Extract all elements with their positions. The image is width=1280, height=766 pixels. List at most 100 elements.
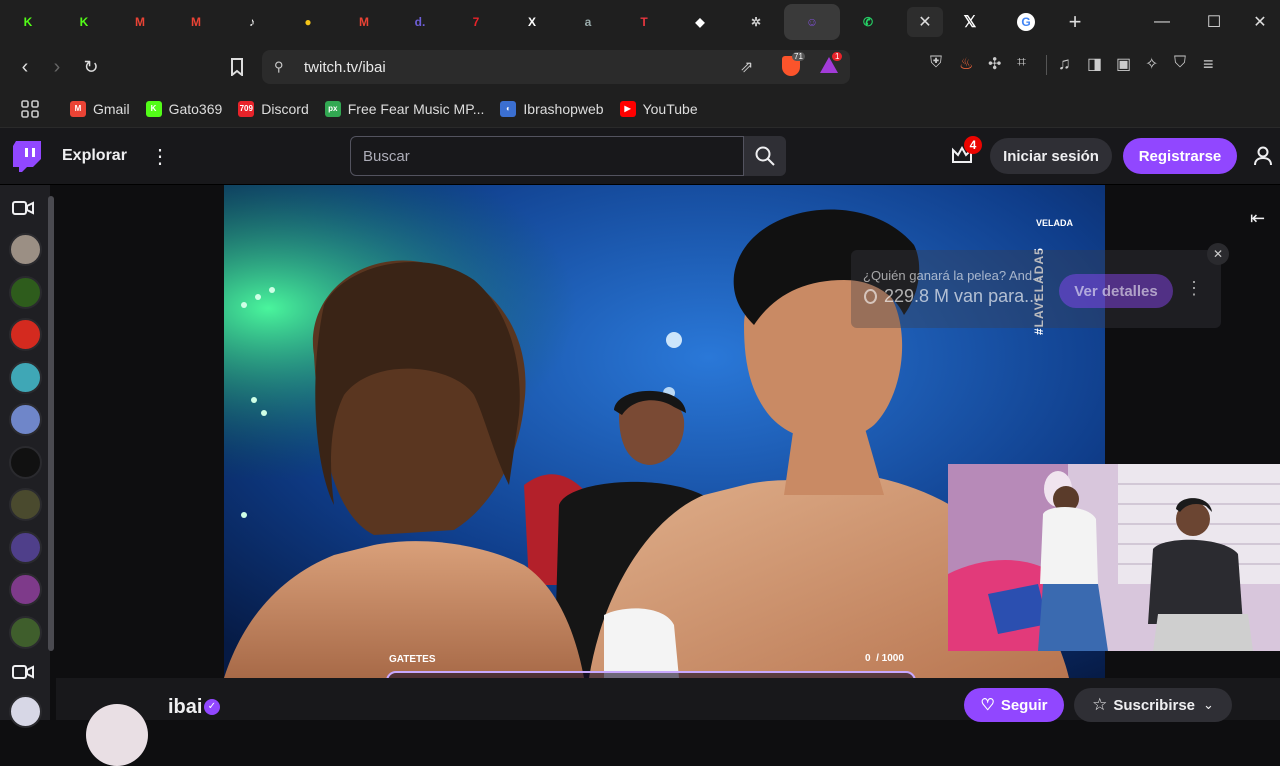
new-tab-button[interactable]: + [1057, 7, 1093, 37]
browser-tab[interactable]: M [112, 4, 168, 40]
media-icon[interactable]: ♫ [1058, 54, 1076, 76]
browser-tab[interactable]: ☺ [784, 4, 840, 40]
gmail-icon: M [359, 15, 369, 29]
sidebar-toggle-icon[interactable]: ◨ [1087, 54, 1105, 76]
711-icon: 7 [472, 15, 480, 29]
tab-google[interactable]: G [998, 4, 1054, 40]
bookmark-icon[interactable] [220, 50, 254, 84]
explore-link[interactable]: Explorar [62, 147, 127, 165]
search-input[interactable]: Buscar [350, 136, 744, 176]
divider [1046, 55, 1047, 75]
verified-badge-icon: ✓ [204, 699, 220, 715]
sidebar-channel-avatar[interactable] [9, 275, 42, 309]
menu-icon[interactable]: ≡ [1203, 54, 1221, 76]
twitch-tab-icon: ☺ [805, 15, 819, 29]
tiktok-icon: ♪ [249, 15, 255, 29]
browser-tab[interactable]: X [504, 4, 560, 40]
search-button[interactable] [744, 136, 786, 176]
bookmark-label: Gmail [93, 100, 130, 117]
subscribe-button[interactable]: ☆ Suscribirse ⌄ [1074, 688, 1232, 722]
collapse-chat-icon[interactable]: ⇤ [1250, 208, 1272, 228]
chevron-down-icon: ⌄ [1203, 697, 1214, 712]
back-button[interactable]: ‹ [8, 50, 42, 84]
px-icon: px [324, 100, 341, 117]
sidebar-channel-avatar[interactable] [9, 573, 42, 606]
webcam-overlay [948, 464, 1280, 651]
recommended-channels-icon[interactable] [12, 201, 34, 217]
vpn-icon[interactable]: ⛉ [1174, 54, 1192, 76]
browser-tab[interactable]: ♪ [224, 4, 280, 40]
wallet-icon[interactable]: ▣ [1116, 54, 1134, 76]
maximize-button[interactable]: ☐ [1188, 0, 1240, 44]
browser-tab[interactable]: K [56, 4, 112, 40]
user-menu-icon[interactable] [1254, 146, 1274, 166]
channel-avatar[interactable] [86, 704, 148, 766]
browser-tab[interactable]: a [560, 4, 616, 40]
channel-name[interactable]: ibai [168, 696, 202, 719]
share-icon[interactable]: ⇗ [740, 57, 753, 77]
browser-tab[interactable]: ● [280, 4, 336, 40]
extension-fire-icon[interactable]: ♨ [959, 54, 977, 76]
bookmark-item[interactable]: px Free Fear Music MP... [317, 95, 493, 123]
signup-button[interactable]: Registrarse [1123, 138, 1237, 174]
follow-label: Seguir [1000, 696, 1048, 714]
extensions-puzzle-icon[interactable]: ✣ [988, 54, 1006, 76]
prediction-card[interactable]: ¿Quién ganará la pelea? And... 229.8 M v… [851, 250, 1221, 328]
twitch-logo-icon[interactable] [13, 141, 41, 172]
browser-tab[interactable]: ◆ [672, 4, 728, 40]
ibrashop-icon: ◐ [500, 100, 517, 117]
minimize-button[interactable]: — [1136, 0, 1188, 44]
a-icon: a [584, 15, 592, 29]
apps-grid-icon[interactable] [10, 95, 50, 123]
sidebar-channel-avatar[interactable] [9, 488, 42, 521]
url-text[interactable]: twitch.tv/ibai [304, 59, 386, 76]
sidebar-channel-avatar[interactable] [9, 445, 42, 479]
browser-tab[interactable]: T [616, 4, 672, 40]
browser-tab[interactable]: ✆ [840, 4, 896, 40]
extension-shield-icon[interactable]: ⛨ [930, 54, 948, 76]
browser-tab[interactable]: 7 [448, 4, 504, 40]
browser-tab[interactable]: M [168, 4, 224, 40]
view-details-button[interactable]: Ver detalles [1059, 274, 1173, 308]
sidebar-channel-avatar[interactable] [9, 318, 42, 351]
login-button[interactable]: Iniciar sesión [990, 138, 1112, 174]
sidebar-channel-avatar[interactable] [9, 360, 42, 394]
search-placeholder: Buscar [363, 148, 410, 165]
browser-tab[interactable]: d. [392, 4, 448, 40]
browser-tab[interactable]: ✲ [728, 4, 784, 40]
close-window-button[interactable]: ✕ [1240, 0, 1280, 44]
site-info-icon[interactable]: ⚲ [274, 59, 284, 75]
extension-camera-icon[interactable]: ⌗ [1017, 54, 1035, 76]
sidebar-scrollbar[interactable] [48, 196, 54, 651]
browser-tab[interactable]: K [0, 4, 56, 40]
browser-tab[interactable]: M [336, 4, 392, 40]
bookmark-label: Ibrashopweb [523, 100, 604, 117]
sidebar-channel-avatar[interactable] [9, 233, 42, 266]
gmail-icon: M [70, 100, 86, 117]
event-logo: VELADA [1036, 219, 1073, 228]
prediction-more-icon[interactable]: ⋮ [1185, 278, 1203, 299]
follow-button[interactable]: ♡ Seguir [964, 688, 1064, 722]
notification-badge: 4 [964, 136, 982, 154]
sidebar-channel-avatar[interactable] [9, 695, 42, 728]
close-prediction-button[interactable]: ✕ [1207, 243, 1229, 265]
followed-channels-sidebar [0, 185, 50, 728]
video-icon[interactable] [12, 665, 34, 681]
sidebar-channel-avatar[interactable] [9, 615, 42, 649]
kick-icon: K [145, 100, 162, 117]
close-tab-button[interactable]: ✕ [907, 7, 943, 37]
bookmark-item[interactable]: M Gmail [62, 95, 138, 123]
google-icon: G [1017, 13, 1035, 31]
forward-button[interactable]: › [40, 50, 74, 84]
sidebar-channel-avatar[interactable] [9, 530, 42, 564]
address-bar[interactable]: ⚲ twitch.tv/ibai ⇗ 71 1 [262, 50, 850, 84]
bookmark-item[interactable]: 709 Discord [230, 95, 316, 123]
sidebar-channel-avatar[interactable] [9, 403, 42, 436]
bookmark-item[interactable]: K Gato369 [138, 95, 231, 123]
leo-ai-icon[interactable]: ✧ [1145, 54, 1163, 76]
tab-x[interactable]: 𝕏 [942, 4, 998, 40]
bookmark-item[interactable]: ▶ YouTube [612, 95, 706, 123]
more-options-icon[interactable]: ⋮ [150, 144, 170, 169]
reload-button[interactable]: ↻ [74, 50, 108, 84]
bookmark-item[interactable]: ◐ Ibrashopweb [492, 95, 611, 123]
